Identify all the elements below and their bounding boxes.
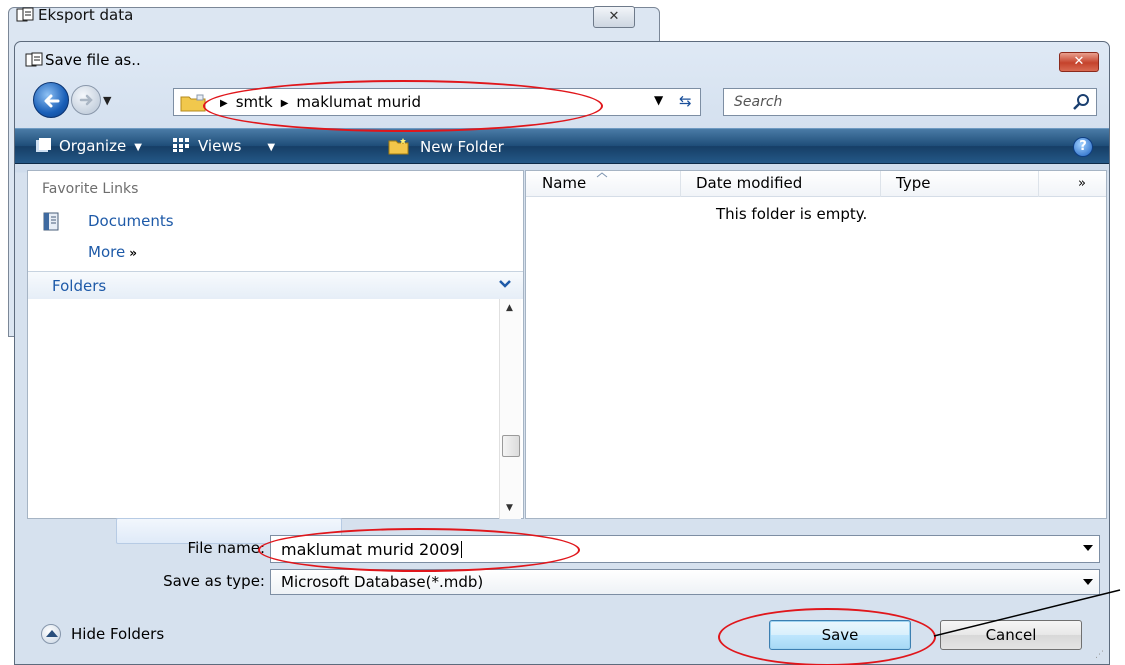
views-icon bbox=[173, 138, 189, 152]
tree-item-label: attachments_2009_10_09 bbox=[156, 495, 350, 513]
annotation-ellipse-filename bbox=[258, 528, 580, 572]
chevron-down-icon[interactable] bbox=[498, 278, 512, 290]
tree-item-label: setup (3).zip bbox=[156, 445, 251, 463]
views-button[interactable]: Views ▼ bbox=[172, 137, 275, 155]
column-header-type[interactable]: Type bbox=[896, 174, 930, 192]
zip-folder-icon bbox=[124, 445, 148, 465]
save-as-type-select[interactable]: Microsoft Database(*.mdb) bbox=[270, 569, 1100, 595]
zip-folder-icon bbox=[124, 395, 148, 415]
back-button[interactable] bbox=[33, 82, 69, 118]
save-as-type-value: Microsoft Database(*.mdb) bbox=[281, 573, 484, 591]
empty-folder-message: This folder is empty. bbox=[716, 205, 868, 223]
zip-folder-icon bbox=[124, 346, 148, 366]
annotation-ellipse-address bbox=[203, 80, 603, 132]
history-dropdown-button[interactable]: ▼ bbox=[103, 94, 111, 107]
background-close-button[interactable]: ✕ bbox=[593, 6, 635, 28]
command-toolbar: Organize ▼ Views ▼ New Folder ? bbox=[15, 128, 1109, 164]
background-window-titlebar: Eksport data ✕ bbox=[8, 0, 653, 36]
background-window-title: Eksport data bbox=[38, 6, 134, 24]
new-folder-button[interactable]: New Folder bbox=[388, 137, 504, 156]
zip-folder-icon bbox=[124, 420, 148, 440]
tree-item-label: setup.zip bbox=[156, 395, 225, 413]
annotation-ellipse-save bbox=[718, 608, 936, 665]
folder-tree: DISEMBER 2009.zip PEPERIKSAAN AKHIR TAHUN… bbox=[28, 171, 498, 520]
arrow-right-icon bbox=[79, 94, 93, 106]
folder-icon bbox=[104, 471, 128, 491]
scroll-down-icon[interactable]: ▼ bbox=[506, 503, 513, 513]
scroll-up-icon[interactable]: ▲ bbox=[506, 303, 513, 313]
address-dropdown-icon[interactable]: ▼ bbox=[654, 93, 663, 107]
cancel-button[interactable]: Cancel bbox=[940, 620, 1082, 650]
chevron-up-icon bbox=[41, 624, 61, 644]
chevron-down-icon[interactable] bbox=[1083, 545, 1093, 551]
tree-item-label: PEPERIKSAAN AKHIR TAHUN 20 bbox=[156, 371, 392, 389]
new-folder-icon bbox=[388, 138, 409, 155]
organize-icon bbox=[36, 138, 51, 152]
tree-item-label: smtk bbox=[136, 471, 173, 489]
close-button[interactable]: ✕ bbox=[1059, 52, 1099, 72]
chevron-down-icon[interactable] bbox=[1083, 579, 1093, 585]
search-input[interactable]: Search bbox=[734, 94, 782, 110]
more-columns-icon[interactable]: » bbox=[1078, 176, 1086, 191]
file-name-label: File name: bbox=[187, 539, 265, 557]
folder-icon bbox=[180, 94, 206, 112]
organize-button[interactable]: Organize ▼ bbox=[35, 137, 142, 155]
tree-item-label: setup (2).zip bbox=[156, 420, 251, 438]
save-dialog: Save file as.. ✕ ▼ ▶ smtk ▶ maklumat murid … bbox=[14, 41, 1110, 665]
column-header-date-modified[interactable]: Date modified bbox=[696, 174, 802, 192]
column-header-name[interactable]: Name bbox=[542, 174, 586, 192]
app-icon bbox=[25, 52, 43, 67]
column-header-row: Name Date modified Type » bbox=[526, 171, 1106, 197]
file-list-pane: Name Date modified Type » This folder is… bbox=[525, 170, 1107, 519]
arrow-left-icon bbox=[44, 94, 60, 108]
folder-icon bbox=[124, 495, 148, 515]
save-as-type-label: Save as type: bbox=[163, 572, 265, 590]
forward-button[interactable] bbox=[71, 85, 101, 115]
zip-folder-icon bbox=[124, 371, 148, 391]
search-box[interactable]: Search bbox=[723, 88, 1097, 116]
navigation-pane: Favorite Links Documents More» Folders D… bbox=[27, 170, 524, 544]
folder-tree-scrollbar[interactable]: ▲ ▼ bbox=[499, 299, 521, 519]
refresh-icon[interactable]: ⇆ bbox=[679, 92, 701, 112]
app-icon bbox=[16, 7, 34, 22]
help-button[interactable]: ? bbox=[1073, 137, 1093, 157]
sort-ascending-icon bbox=[596, 172, 608, 178]
search-icon[interactable] bbox=[1072, 93, 1090, 111]
dialog-title: Save file as.. bbox=[45, 51, 141, 69]
tree-item-label: DISEMBER 2009.zip bbox=[156, 346, 304, 364]
scrollbar-thumb[interactable] bbox=[502, 435, 520, 457]
resize-grip-icon[interactable]: ⋰ bbox=[1095, 650, 1104, 660]
